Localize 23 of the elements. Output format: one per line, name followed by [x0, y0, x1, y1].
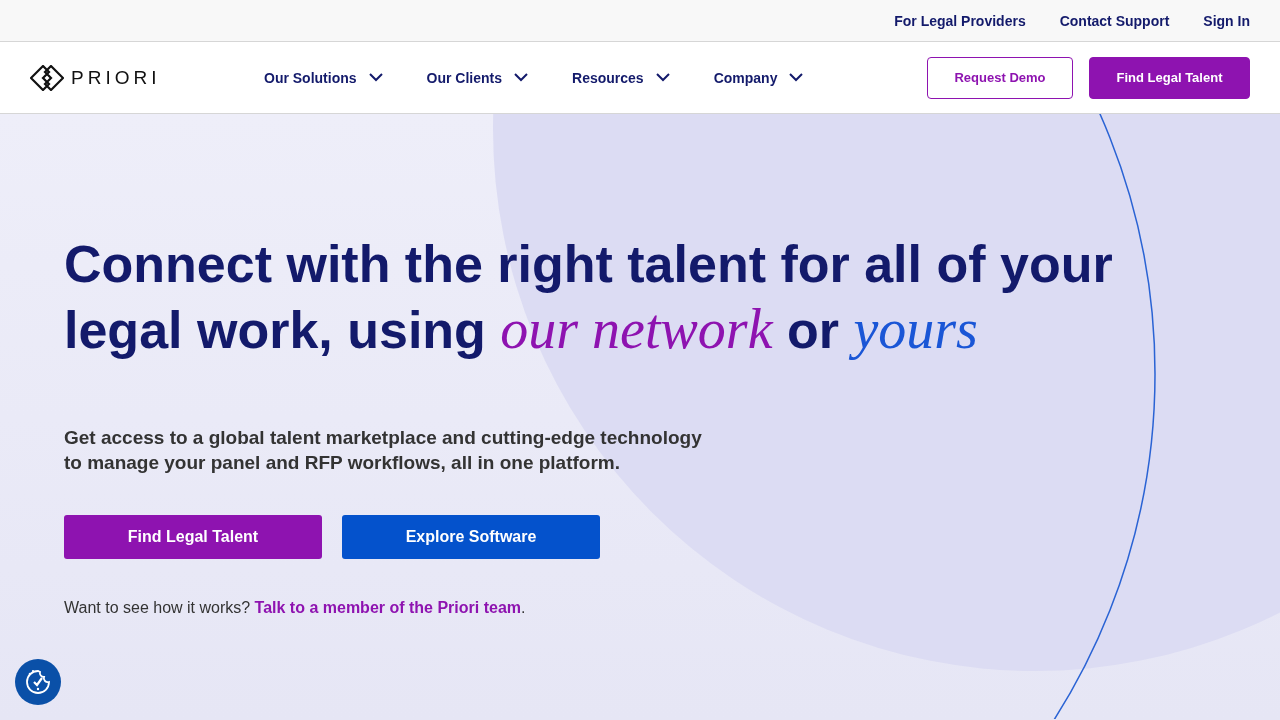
logo-icon[interactable]: [30, 64, 64, 91]
team-link[interactable]: Talk to a member of the Priori team: [254, 599, 522, 616]
logo-text[interactable]: PRIORI: [71, 66, 161, 89]
cookie-icon: [23, 667, 53, 697]
top-link[interactable]: Contact Support: [1059, 12, 1170, 29]
cookie-settings-button[interactable]: [15, 659, 61, 705]
subtitle: Get access to a global talent marketplace and cutting-edge technology to manage your panel and RFP workflows, all in one platform.: [64, 426, 703, 475]
chevron-icon: [514, 73, 529, 82]
menu-item[interactable]: Resources: [572, 69, 670, 86]
prompt-text: Want to see how it works? Talk to a member of the Priori team.: [64, 599, 527, 617]
headline: Connect with the right talent for all of your legal work, using our network or yours: [64, 234, 1114, 362]
cta-button[interactable]: Explore Software: [342, 515, 600, 559]
top-link[interactable]: Sign In: [1203, 12, 1250, 29]
chevron-icon: [368, 73, 383, 82]
menu-item[interactable]: Our Clients: [426, 69, 529, 86]
chevron-icon: [789, 73, 804, 82]
menu-item[interactable]: Our Solutions: [264, 69, 383, 86]
top-link[interactable]: For Legal Providers: [894, 12, 1026, 29]
nav-button[interactable]: Find Legal Talent: [1089, 56, 1250, 99]
cta-button[interactable]: Find Legal Talent: [64, 515, 322, 559]
nav-button[interactable]: Request Demo: [927, 56, 1073, 99]
menu-item[interactable]: Company: [713, 69, 804, 86]
chevron-icon: [655, 73, 670, 82]
